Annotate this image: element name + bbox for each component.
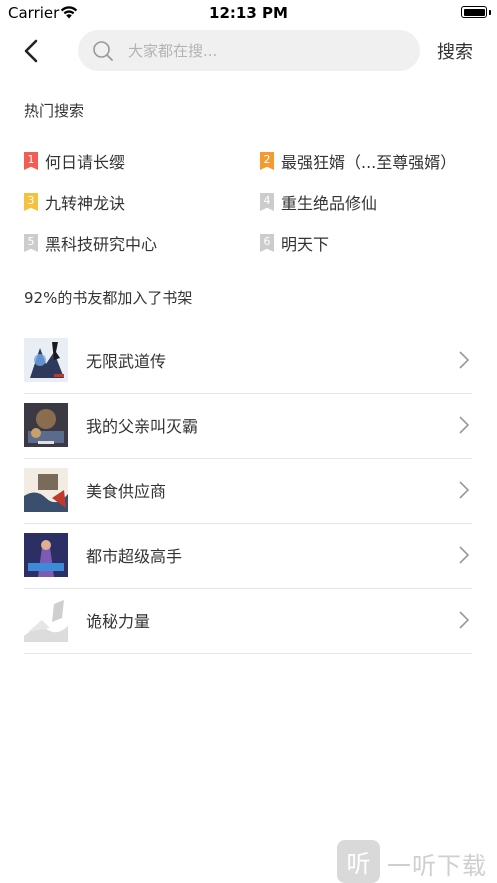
book-row[interactable]: 诡秘力量 [24,589,472,654]
rank-badge: 3 [24,193,38,211]
watermark: 听 一听下载 [337,840,497,883]
book-cover-image [24,338,68,382]
hot-search-item[interactable]: 4 重生绝品修仙 [260,191,377,213]
book-title: 都市超级高手 [86,547,183,566]
bookshelf-title: 92%的书友都加入了书架 [24,289,193,307]
hot-search-label: 何日请长缨 [45,153,126,172]
battery-cap [489,10,491,15]
hot-search-item[interactable]: 2 最强狂婿（...至尊强婿） [260,150,456,172]
rank-badge: 6 [260,234,274,252]
book-row[interactable]: 美食供应商 [24,459,472,524]
hot-search-label: 九转神龙诀 [45,194,126,213]
hot-search-item[interactable]: 6 明天下 [260,232,329,254]
status-bar: Carrier 12:13 PM [0,0,497,26]
hot-search-label: 明天下 [281,235,330,254]
watermark-text: 一听下载 [387,852,487,880]
back-chevron-icon[interactable] [18,36,46,66]
watermark-logo: 听 [337,840,380,883]
book-cover-image [24,598,68,642]
book-title: 我的父亲叫灭霸 [86,417,199,436]
hot-search-item[interactable]: 3 九转神龙诀 [24,191,125,213]
book-cover-image [24,468,68,512]
status-time: 12:13 PM [209,4,288,22]
hot-search-label: 最强狂婿（...至尊强婿） [281,153,457,172]
rank-badge: 1 [24,152,38,170]
chevron-right-icon [459,611,470,629]
book-row[interactable]: 无限武道传 [24,329,472,394]
search-button[interactable]: 搜索 [437,38,473,64]
hot-search-item[interactable]: 1 何日请长缨 [24,150,125,172]
book-title: 无限武道传 [86,352,167,371]
hot-search-label: 黑科技研究中心 [45,235,158,254]
book-row[interactable]: 都市超级高手 [24,524,472,589]
rank-badge: 2 [260,152,274,170]
rank-badge: 4 [260,193,274,211]
book-cover-image [24,533,68,577]
hot-search-item[interactable]: 5 黑科技研究中心 [24,232,157,254]
search-bar[interactable] [78,30,420,71]
chevron-right-icon [459,481,470,499]
search-icon [93,41,113,61]
battery-icon [461,6,487,18]
hot-search-title: 热门搜索 [24,102,85,120]
book-cover-image [24,403,68,447]
hot-search-label: 重生绝品修仙 [281,194,378,213]
chevron-right-icon [459,351,470,369]
rank-badge: 5 [24,234,38,252]
chevron-right-icon [459,546,470,564]
book-title: 诡秘力量 [86,612,151,631]
book-row[interactable]: 我的父亲叫灭霸 [24,394,472,459]
book-title: 美食供应商 [86,482,167,501]
chevron-right-icon [459,416,470,434]
search-input[interactable] [128,30,408,71]
